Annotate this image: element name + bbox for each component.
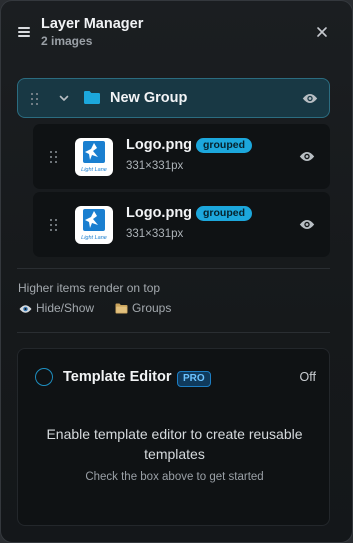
file-name: Logo.png [126,205,193,221]
close-icon[interactable] [315,25,329,39]
groups-legend: Groups [115,301,171,315]
template-editor-description: Enable template editor to create reusabl… [46,426,303,462]
group-name: New Group [110,90,188,106]
panel-title: Layer Manager [41,16,144,32]
eye-icon[interactable] [299,219,315,230]
grouped-badge: grouped [196,206,252,221]
eye-legend-icon [19,305,32,313]
folder-small-icon [115,303,128,314]
chevron-down-icon[interactable] [58,92,70,104]
pro-badge: PRO [177,371,211,387]
drag-handle-icon[interactable] [31,93,39,106]
file-name: Logo.png [126,137,193,153]
svg-text:Light Lane: Light Lane [81,167,107,173]
image-thumbnail: Light Lane [75,138,113,176]
menu-icon[interactable] [18,27,30,37]
template-editor-instruction: Check the box above to get started [85,471,264,483]
image-thumbnail: Light Lane [75,206,113,244]
hide-show-label: Hide/Show [36,301,95,315]
render-order-hint: Higher items render on top [18,281,161,295]
eye-icon[interactable] [302,93,318,104]
logo-image: Light Lane [81,141,107,173]
template-editor-card: Template Editor PRO Off Enable template … [17,348,330,526]
layer-group-row[interactable]: New Group [17,78,330,118]
image-count: 2 images [41,34,93,48]
groups-label: Groups [132,301,172,315]
logo-image: Light Lane [81,209,107,241]
template-editor-status: Off [299,370,316,384]
divider [17,268,330,269]
layer-item[interactable]: Light Lane Logo.png grouped 331×331px [33,124,330,189]
panel-header: Layer Manager 2 images [1,1,352,61]
image-dimensions: 331×331px [126,160,184,172]
hide-show-legend: Hide/Show [19,301,94,315]
eye-icon[interactable] [299,151,315,162]
layer-manager-panel: Layer Manager 2 images New Group Light L… [0,0,353,543]
folder-icon [84,91,100,104]
template-editor-title: Template Editor [63,369,172,385]
divider [17,332,330,333]
drag-handle-icon[interactable] [50,151,58,164]
layer-item[interactable]: Light Lane Logo.png grouped 331×331px [33,192,330,257]
grouped-badge: grouped [196,138,252,153]
template-editor-checkbox[interactable] [35,368,53,386]
drag-handle-icon[interactable] [50,219,58,232]
image-dimensions: 331×331px [126,228,184,240]
svg-text:Light Lane: Light Lane [81,235,107,241]
